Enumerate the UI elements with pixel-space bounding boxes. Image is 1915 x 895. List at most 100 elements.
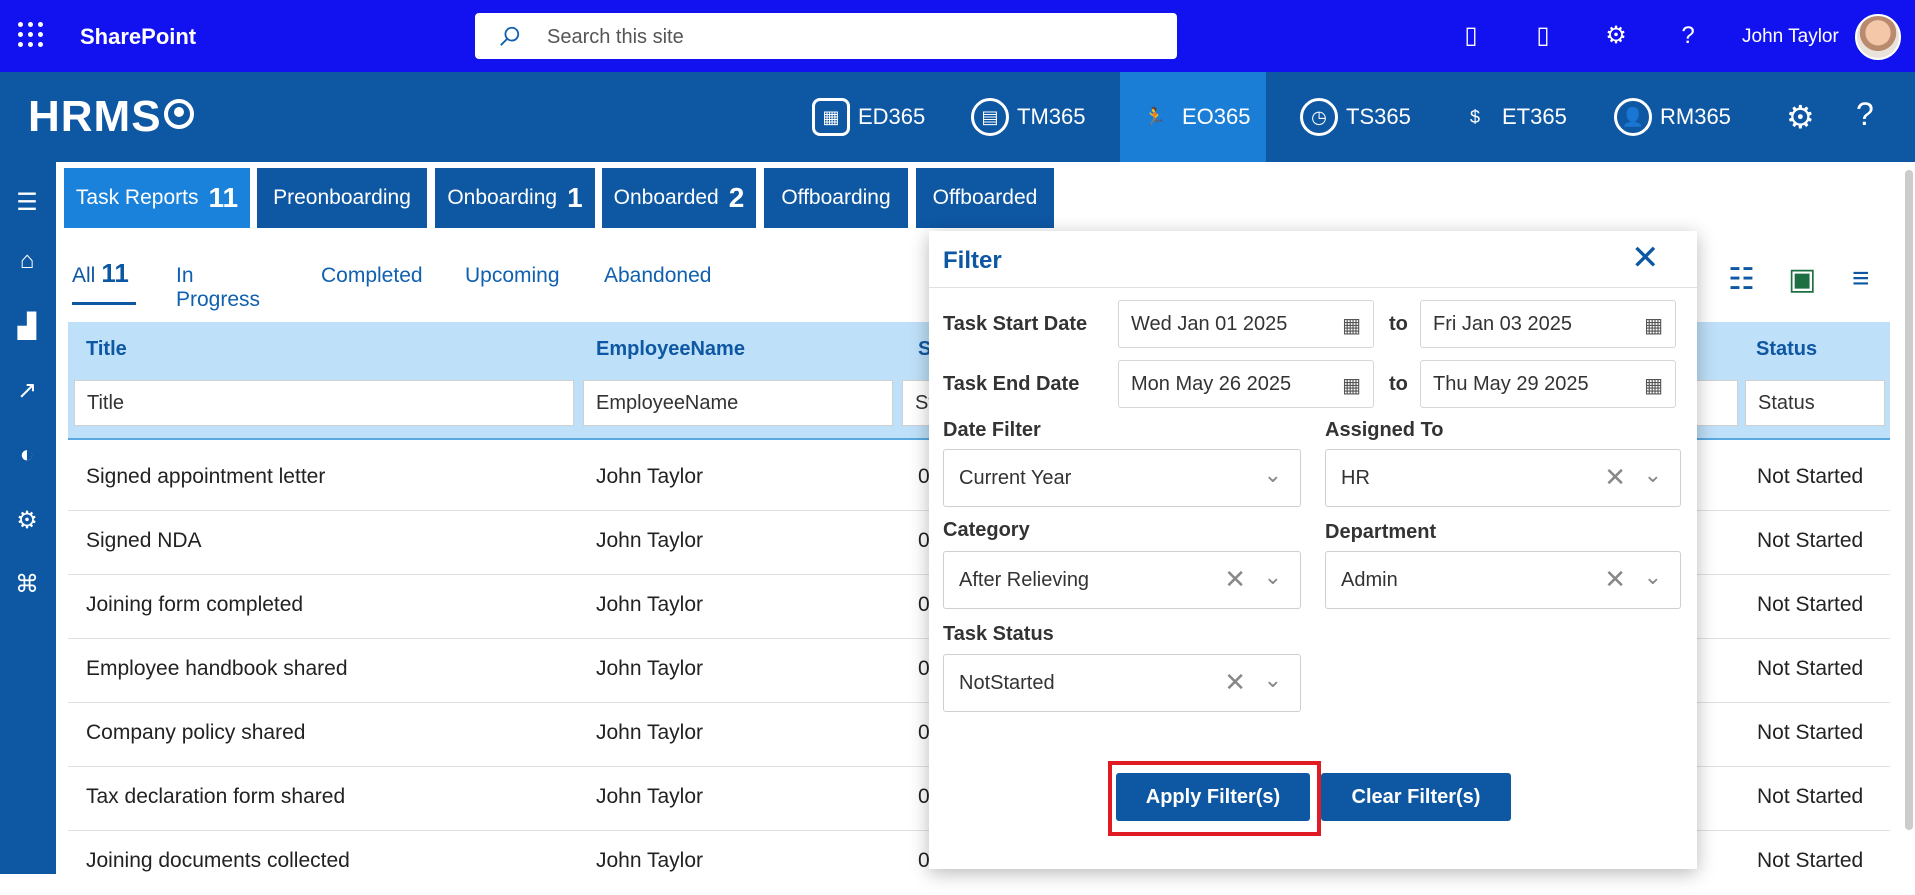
- col-header-employee[interactable]: EmployeeName: [596, 338, 745, 361]
- col-header-title[interactable]: Title: [86, 338, 127, 361]
- subtab-in-progress[interactable]: In Progress: [176, 264, 260, 312]
- team-icon: ▦: [812, 98, 850, 136]
- task-start-to-input[interactable]: Fri Jan 03 2025 ▦: [1420, 300, 1676, 348]
- tab-task-reports[interactable]: Task Reports 11: [64, 168, 250, 228]
- task-end-to-input[interactable]: Thu May 29 2025 ▦: [1420, 360, 1676, 408]
- clear-icon[interactable]: ✕: [1604, 462, 1626, 493]
- app-help-icon[interactable]: ?: [1856, 96, 1874, 133]
- mobile-icon[interactable]: ▯: [1458, 22, 1484, 50]
- employee-filter-input[interactable]: EmployeeName: [583, 380, 893, 426]
- notes-icon[interactable]: ▯: [1530, 22, 1556, 50]
- settings-icon[interactable]: ⚙: [1603, 22, 1629, 50]
- date-value: Fri Jan 03 2025: [1433, 313, 1572, 335]
- calendar-icon[interactable]: ▦: [1342, 373, 1361, 398]
- app-eo365[interactable]: 🏃 EO365: [1120, 72, 1266, 162]
- excel-export-icon[interactable]: ▣: [1788, 262, 1816, 297]
- sort-lines-icon[interactable]: ≡: [1852, 262, 1870, 296]
- hrms-logo[interactable]: HRMS: [28, 92, 194, 142]
- cell-employee: John Taylor: [596, 721, 704, 744]
- department-select[interactable]: Admin ✕ ⌄: [1325, 551, 1681, 609]
- avatar[interactable]: [1855, 14, 1901, 60]
- trend-icon[interactable]: ↗: [12, 376, 42, 406]
- subtab-upcoming[interactable]: Upcoming: [465, 264, 560, 288]
- sharepoint-top-bar: SharePoint Search this site ▯ ▯ ⚙ ? John…: [0, 0, 1915, 72]
- select-value: After Relieving: [959, 569, 1090, 591]
- status-filter-input[interactable]: Status: [1745, 380, 1885, 426]
- col-header-status[interactable]: Status: [1756, 338, 1817, 361]
- app-tm365[interactable]: ▤ TM365: [971, 72, 1091, 162]
- cell-start: 0: [918, 785, 930, 808]
- subtab-label: All: [72, 264, 96, 287]
- subtab-abandoned[interactable]: Abandoned: [604, 264, 711, 288]
- task-end-from-input[interactable]: Mon May 26 2025 ▦: [1118, 360, 1374, 408]
- app-launcher-icon[interactable]: [18, 22, 44, 48]
- cell-status: Not Started: [1757, 465, 1864, 488]
- app-label: RM365: [1660, 104, 1731, 129]
- divider: [929, 287, 1697, 288]
- search-input[interactable]: Search this site: [547, 26, 684, 49]
- app-rm365[interactable]: 👤 RM365: [1614, 72, 1744, 162]
- calendar-icon[interactable]: ▦: [1342, 313, 1361, 338]
- app-ts365[interactable]: ◷ TS365: [1300, 72, 1420, 162]
- active-subtab-underline: [72, 302, 136, 305]
- assigned-to-select[interactable]: HR ✕ ⌄: [1325, 449, 1681, 507]
- select-value: Admin: [1341, 569, 1398, 591]
- clear-filters-button[interactable]: Clear Filter(s): [1321, 773, 1511, 821]
- tab-offboarding[interactable]: Offboarding: [764, 168, 908, 228]
- org-chart-icon[interactable]: ⌘: [12, 570, 42, 600]
- home-icon[interactable]: ⌂: [12, 246, 42, 276]
- task-start-from-input[interactable]: Wed Jan 01 2025 ▦: [1118, 300, 1374, 348]
- search-box[interactable]: Search this site: [475, 13, 1177, 59]
- department-label: Department: [1325, 521, 1437, 543]
- calendar-icon[interactable]: ▦: [1644, 373, 1663, 398]
- clear-icon[interactable]: ✕: [1224, 564, 1246, 595]
- cell-title: Employee handbook shared: [86, 657, 348, 680]
- cell-title: Joining form completed: [86, 593, 304, 616]
- chevron-down-icon[interactable]: ⌄: [1644, 462, 1662, 488]
- chevron-down-icon[interactable]: ⌄: [1264, 462, 1282, 488]
- task-status-select[interactable]: NotStarted ✕ ⌄: [943, 654, 1301, 712]
- category-select[interactable]: After Relieving ✕ ⌄: [943, 551, 1301, 609]
- chevron-down-icon[interactable]: ⌄: [1264, 564, 1282, 590]
- task-end-date-label: Task End Date: [943, 373, 1080, 395]
- tab-onboarded[interactable]: Onboarded 2: [602, 168, 756, 228]
- subtab-label: Completed: [321, 264, 423, 287]
- user-name[interactable]: John Taylor: [1742, 26, 1839, 48]
- calendar-icon[interactable]: ▦: [1644, 313, 1663, 338]
- tab-label: Offboarding: [781, 186, 891, 209]
- cell-employee: John Taylor: [596, 657, 704, 680]
- subtab-completed[interactable]: Completed: [321, 264, 423, 288]
- app-label: TS365: [1346, 104, 1411, 129]
- cell-status: Not Started: [1757, 849, 1864, 872]
- tab-onboarding[interactable]: Onboarding 1: [435, 168, 595, 228]
- cell-start: 0: [918, 465, 930, 488]
- tab-label: Offboarded: [932, 186, 1038, 209]
- clear-icon[interactable]: ✕: [1224, 667, 1246, 698]
- hrms-app-bar: HRMS ▦ ED365 ▤ TM365 🏃 EO365 ◷ TS365 $ E…: [0, 72, 1915, 162]
- date-filter-label: Date Filter: [943, 419, 1041, 441]
- cell-title: Tax declaration form shared: [86, 785, 346, 808]
- app-settings-icon[interactable]: ⚙: [1786, 98, 1815, 136]
- analytics-icon[interactable]: ▟: [12, 312, 42, 342]
- filter-list-icon[interactable]: ☷: [1728, 262, 1755, 297]
- subtab-label: In Progress: [176, 264, 261, 311]
- tab-offboarded[interactable]: Offboarded: [916, 168, 1054, 228]
- clear-icon[interactable]: ✕: [1604, 564, 1626, 595]
- app-et365[interactable]: $ ET365: [1456, 72, 1576, 162]
- help-icon[interactable]: ?: [1675, 22, 1701, 50]
- palette-icon[interactable]: ◐: [12, 440, 42, 470]
- settings-icon[interactable]: ⚙: [12, 506, 42, 536]
- page-scrollbar[interactable]: [1905, 170, 1913, 830]
- menu-icon[interactable]: ☰: [12, 188, 42, 218]
- close-icon[interactable]: ✕: [1631, 241, 1660, 275]
- select-value: HR: [1341, 467, 1370, 489]
- subtab-all[interactable]: All 11: [72, 258, 129, 289]
- app-ed365[interactable]: ▦ ED365: [812, 72, 932, 162]
- tab-preonboarding[interactable]: Preonboarding: [257, 168, 427, 228]
- chevron-down-icon[interactable]: ⌄: [1644, 564, 1662, 590]
- date-filter-select[interactable]: Current Year ⌄: [943, 449, 1301, 507]
- title-filter-input[interactable]: Title: [74, 380, 574, 426]
- chevron-down-icon[interactable]: ⌄: [1264, 667, 1282, 693]
- sharepoint-title[interactable]: SharePoint: [80, 24, 196, 50]
- cell-start: 0: [918, 657, 930, 680]
